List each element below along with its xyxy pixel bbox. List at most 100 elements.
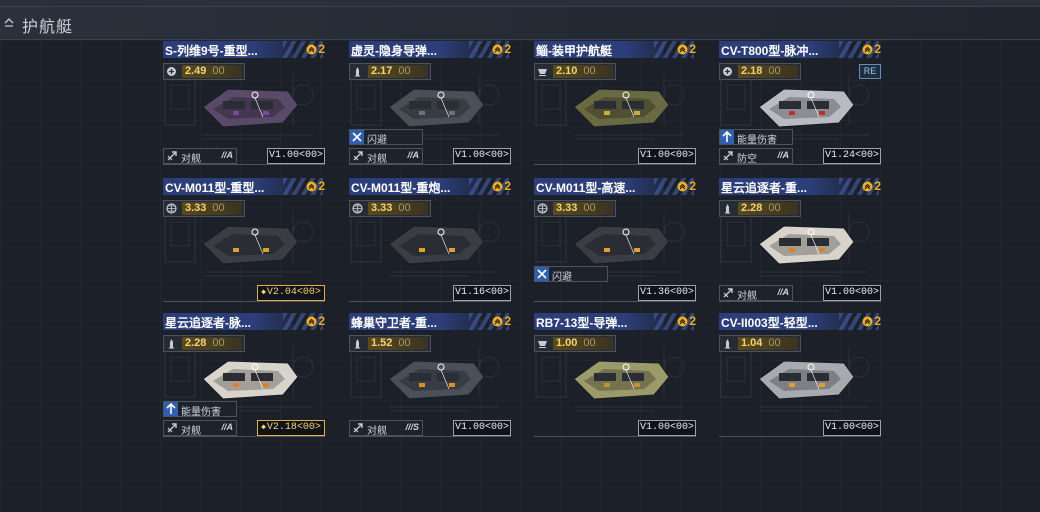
rank-value: 2: [689, 314, 696, 328]
ability-label: 闪避: [367, 135, 387, 146]
card-footer: V1.16<00>: [349, 285, 511, 301]
role-icon: [167, 423, 177, 433]
card-name-bar: CV-M011型-高速...: [534, 178, 694, 195]
version-badge: V1.00<00>: [823, 285, 881, 301]
card-footer: V1.00<00>: [534, 148, 696, 164]
role-label: 对舰: [737, 291, 757, 302]
role-icon: [353, 423, 363, 433]
rank-value: 2: [689, 179, 696, 193]
rank-icon: [862, 181, 873, 192]
ship-card[interactable]: 蜂巢守卫者-重... 2 1.52 00 对舰 ///S V1.00<00>: [349, 313, 511, 438]
role-tag: 对舰 //A: [719, 285, 793, 302]
role-label: 对舰: [181, 154, 201, 165]
rank-badge: 2: [862, 314, 881, 328]
ship-name: 鲻-装甲护航艇: [536, 44, 612, 58]
ability-tag: 能量伤害: [719, 129, 793, 146]
globe-icon: [352, 203, 363, 214]
missile-icon: [354, 339, 361, 349]
version-badge: V1.24<00>: [823, 148, 881, 164]
role-icon: [167, 151, 177, 161]
rank-icon: [677, 181, 688, 192]
rank-icon: [492, 316, 503, 327]
card-name-bar: 虚灵-隐身导弹...: [349, 41, 509, 58]
rank-icon: [492, 181, 503, 192]
card-footer: V2.04<00>: [163, 285, 325, 301]
ship-card[interactable]: CV-T800型-脉冲... 2 2.18 00 RE 能量伤害 防空 //A V…: [719, 41, 881, 166]
rank-badge: 2: [862, 42, 881, 56]
ship-card[interactable]: S-列维9号-重型... 2 2.49 00 对舰 //A V1.00<00>: [163, 41, 325, 166]
rank-badge: 2: [306, 314, 325, 328]
ship-image: [202, 360, 299, 400]
ship-name: CV-M011型-重型...: [165, 181, 265, 195]
card-divider: [163, 301, 325, 302]
missile-icon: [724, 204, 731, 214]
ship-image: [758, 360, 855, 400]
ability-label: 能量伤害: [737, 135, 777, 146]
energy-icon: [720, 130, 734, 144]
re-badge: RE: [859, 64, 881, 79]
version-badge: V1.00<00>: [823, 420, 881, 436]
globe-icon: [537, 203, 548, 214]
version-badge: V2.18<00>: [257, 420, 325, 436]
ship-name: RB7-13型-导弹...: [536, 316, 628, 330]
shield-icon: [723, 67, 732, 76]
collapse-icon[interactable]: [3, 16, 15, 28]
role-label: 防空: [737, 154, 757, 165]
ship-card[interactable]: 鲻-装甲护航艇 2 2.10 00 V1.00<00>: [534, 41, 696, 166]
role-rank: //A: [221, 422, 233, 432]
role-tag: 对舰 ///S: [349, 420, 423, 437]
dodge-icon: [535, 267, 549, 281]
rank-value: 2: [504, 179, 511, 193]
card-name-bar: CV-M011型-重炮...: [349, 178, 509, 195]
role-label: 对舰: [181, 426, 201, 437]
card-divider: [163, 436, 325, 437]
card-name-bar: 蜂巢守卫者-重...: [349, 313, 509, 330]
role-rank: ///S: [405, 422, 419, 432]
ship-name: 星云追逐者-重...: [721, 181, 807, 195]
card-name-bar: 星云追逐者-脉...: [163, 313, 323, 330]
version-badge: V1.00<00>: [453, 420, 511, 436]
ship-image: [758, 225, 855, 265]
version-badge: V1.36<00>: [638, 285, 696, 301]
rank-icon: [306, 316, 317, 327]
rank-value: 2: [318, 42, 325, 56]
rank-badge: 2: [677, 314, 696, 328]
ship-card[interactable]: CV-II003型-轻型... 2 1.04 00 V1.00<00>: [719, 313, 881, 438]
ship-image: [573, 225, 670, 265]
ship-name: 蜂巢守卫者-重...: [351, 316, 437, 330]
card-divider: [719, 436, 881, 437]
ability-label: 闪避: [552, 272, 572, 283]
role-rank: //A: [777, 287, 789, 297]
rank-icon: [862, 316, 873, 327]
card-footer: V1.00<00>: [719, 420, 881, 436]
ship-card[interactable]: CV-M011型-高速... 2 3.33 00 闪避 V1.36<00>: [534, 178, 696, 303]
rank-badge: 2: [306, 179, 325, 193]
ship-card[interactable]: 星云追逐者-重... 2 2.28 00 对舰 //A V1.00<00>: [719, 178, 881, 303]
rank-value: 2: [874, 314, 881, 328]
missile-icon: [168, 339, 175, 349]
role-rank: //A: [777, 150, 789, 160]
rank-icon: [492, 44, 503, 55]
card-divider: [349, 436, 511, 437]
card-name-bar: CV-II003型-轻型...: [719, 313, 879, 330]
rank-value: 2: [318, 179, 325, 193]
card-footer: 对舰 //A V2.18<00>: [163, 420, 325, 437]
card-divider: [349, 301, 511, 302]
ship-name: 星云追逐者-脉...: [165, 316, 251, 330]
ship-image: [758, 88, 855, 128]
ability-tag: 闪避: [349, 129, 423, 146]
rank-badge: 2: [677, 179, 696, 193]
rank-icon: [306, 181, 317, 192]
ship-card[interactable]: 虚灵-隐身导弹... 2 2.17 00 闪避 对舰 //A V1.00<00>: [349, 41, 511, 166]
missile-icon: [354, 67, 361, 77]
rank-badge: 2: [492, 179, 511, 193]
version-badge: V1.00<00>: [638, 420, 696, 436]
ship-card[interactable]: 星云追逐者-脉... 2 2.2800 能量伤害 对舰 //A V2.18<00…: [163, 313, 325, 438]
card-footer: V1.00<00>: [534, 420, 696, 436]
ship-card[interactable]: CV-M011型-重炮... 2 3.33 00 V1.16<00>: [349, 178, 511, 303]
ability-tag: 闪避: [534, 266, 608, 283]
ship-card[interactable]: CV-M011型-重型... 2 3.3300 V2.04<00>: [163, 178, 325, 303]
card-divider: [163, 164, 325, 165]
ship-card[interactable]: RB7-13型-导弹... 2 1.00 00 V1.00<00>: [534, 313, 696, 438]
rank-value: 2: [874, 179, 881, 193]
